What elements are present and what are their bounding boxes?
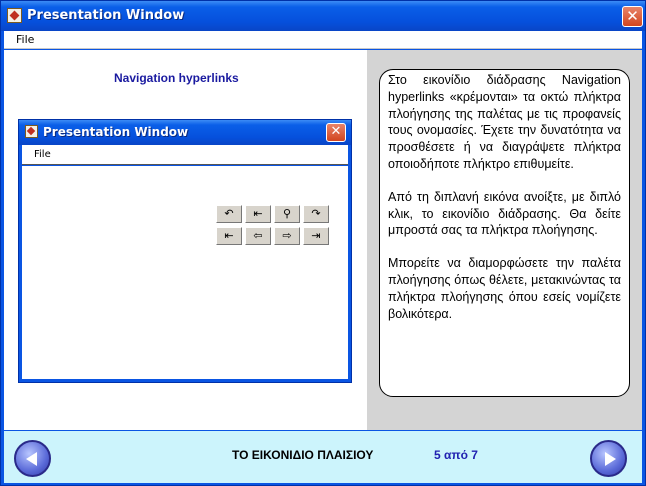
back-icon: ↶ (216, 205, 242, 223)
inner-close-icon: ✕ (326, 123, 346, 142)
presentation-window: Presentation Window ✕ File Navigation hy… (0, 0, 646, 486)
page-counter: 5 από 7 (434, 448, 478, 462)
left-pane: Navigation hyperlinks Presentation Windo… (4, 50, 367, 430)
next-page-button[interactable] (590, 440, 627, 477)
next-icon: ⇨ (274, 227, 300, 245)
paragraph: Στο εικονίδιο διάδρασης Navigation hyper… (388, 73, 621, 171)
inner-app-icon (25, 125, 38, 138)
close-button[interactable]: ✕ (622, 6, 643, 27)
first-page-icon: ⇤ (216, 227, 242, 245)
footer-bar: ΤΟ ΕΙΚΟΝΙΔΙΟ ΠΛΑΙΣΙΟΥ 5 από 7 (4, 430, 642, 483)
inner-menu-bar: File (22, 145, 348, 165)
inner-content: ↶ ⇤ ⚲ ↷ ⇤ ⇦ ⇨ ⇥ (22, 166, 348, 379)
last-page-icon: ⇥ (303, 227, 329, 245)
inner-title-bar: Presentation Window ✕ (19, 120, 351, 145)
right-pane: Στο εικονίδιο διάδρασης Navigation hyper… (367, 50, 642, 430)
return-icon: ↷ (303, 205, 329, 223)
arrow-left-icon (26, 452, 37, 466)
navigation-palette: ↶ ⇤ ⚲ ↷ ⇤ ⇦ ⇨ ⇥ (216, 205, 333, 247)
paragraph: Από τη διπλανή εικόνα ανοίξτε, με διπλό … (388, 189, 621, 238)
paragraph: Μπορείτε να διαμορφώσετε την παλέτα πλοή… (388, 256, 621, 321)
inner-window-image: Presentation Window ✕ File ↶ ⇤ ⚲ ↷ ⇤ ⇦ ⇨ (18, 119, 352, 383)
menu-bar: File (4, 31, 642, 49)
arrow-right-icon (605, 452, 616, 466)
title-bar[interactable]: Presentation Window ✕ (1, 1, 645, 31)
previous-page-button[interactable] (14, 440, 51, 477)
app-icon (7, 8, 22, 23)
recent-pages-icon: ⇤ (245, 205, 271, 223)
previous-icon: ⇦ (245, 227, 271, 245)
inner-menu-file: File (34, 149, 51, 160)
inner-window-title: Presentation Window (43, 125, 189, 139)
menu-file[interactable]: File (16, 33, 34, 46)
find-icon: ⚲ (274, 205, 300, 223)
section-title: ΤΟ ΕΙΚΟΝΙΔΙΟ ΠΛΑΙΣΙΟΥ (232, 448, 374, 462)
content-area: Navigation hyperlinks Presentation Windo… (4, 50, 642, 430)
window-title: Presentation Window (27, 8, 185, 23)
description-box: Στο εικονίδιο διάδρασης Navigation hyper… (379, 69, 630, 397)
section-heading: Navigation hyperlinks (114, 71, 239, 85)
